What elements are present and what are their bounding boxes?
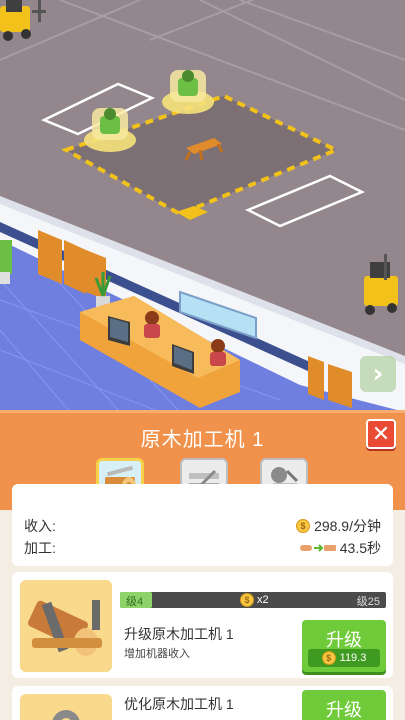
forklift-icon bbox=[0, 0, 46, 41]
upgrade-card-optimize: 优化原木加工机 1 升级 bbox=[12, 686, 393, 720]
level-current: 级4 bbox=[126, 596, 144, 608]
optimize-title: 优化原木加工机 1 bbox=[124, 696, 234, 712]
level-multiplier: x2 bbox=[257, 594, 269, 606]
worker-icon bbox=[162, 70, 214, 114]
process-value: 43.5秒 bbox=[339, 540, 381, 556]
income-row: 收入: $ 298.9/分钟 bbox=[24, 514, 381, 536]
income-label: 收入: bbox=[24, 518, 56, 534]
log-to-plank-icon bbox=[299, 544, 336, 552]
optimize-button-label: 升级 bbox=[326, 700, 362, 720]
machine-panel: 原木加工机 1 ✕ 收入: $ 298.9/分钟 加工: 43.5秒 级4 $ … bbox=[0, 410, 405, 720]
upgrade-cost: $ 119.3 bbox=[308, 649, 380, 667]
upgrade-button[interactable]: 升级 $ 119.3 bbox=[302, 620, 386, 672]
worker-icon bbox=[210, 339, 226, 366]
coin-icon: $ bbox=[296, 519, 311, 533]
level-progress-bar: 级4 $ x2 级25 bbox=[120, 592, 386, 608]
optimize-button[interactable]: 升级 bbox=[302, 690, 386, 720]
upgrade-title: 升级原木加工机 1 bbox=[124, 626, 234, 642]
coin-icon: $ bbox=[321, 651, 336, 665]
close-icon[interactable]: ✕ bbox=[366, 419, 396, 449]
panel-header: 原木加工机 1 ✕ bbox=[0, 410, 405, 454]
process-label: 加工: bbox=[24, 540, 56, 556]
scene-art bbox=[0, 0, 405, 412]
upgrade-card-level: 级4 $ x2 级25 升级原木加工机 1 增加机器收入 升级 $ 119.3 bbox=[12, 572, 393, 678]
level-target: 级25 bbox=[356, 596, 380, 608]
arrow-right-icon[interactable]: › bbox=[360, 356, 396, 392]
upgrade-cost-value: 119.3 bbox=[339, 652, 367, 664]
upgrade-desc: 增加机器收入 bbox=[124, 648, 190, 660]
income-value: 298.9/分钟 bbox=[314, 518, 381, 534]
stats-card: 收入: $ 298.9/分钟 加工: 43.5秒 bbox=[12, 484, 393, 566]
log-saw-icon bbox=[20, 580, 112, 672]
gear-icon bbox=[20, 694, 112, 720]
worker-icon bbox=[144, 311, 160, 338]
game-scene[interactable]: › bbox=[0, 0, 405, 412]
forklift-icon bbox=[364, 254, 398, 315]
process-row: 加工: 43.5秒 bbox=[24, 536, 381, 558]
panel-title: 原木加工机 1 bbox=[140, 429, 265, 451]
coin-icon: $ bbox=[240, 593, 254, 607]
